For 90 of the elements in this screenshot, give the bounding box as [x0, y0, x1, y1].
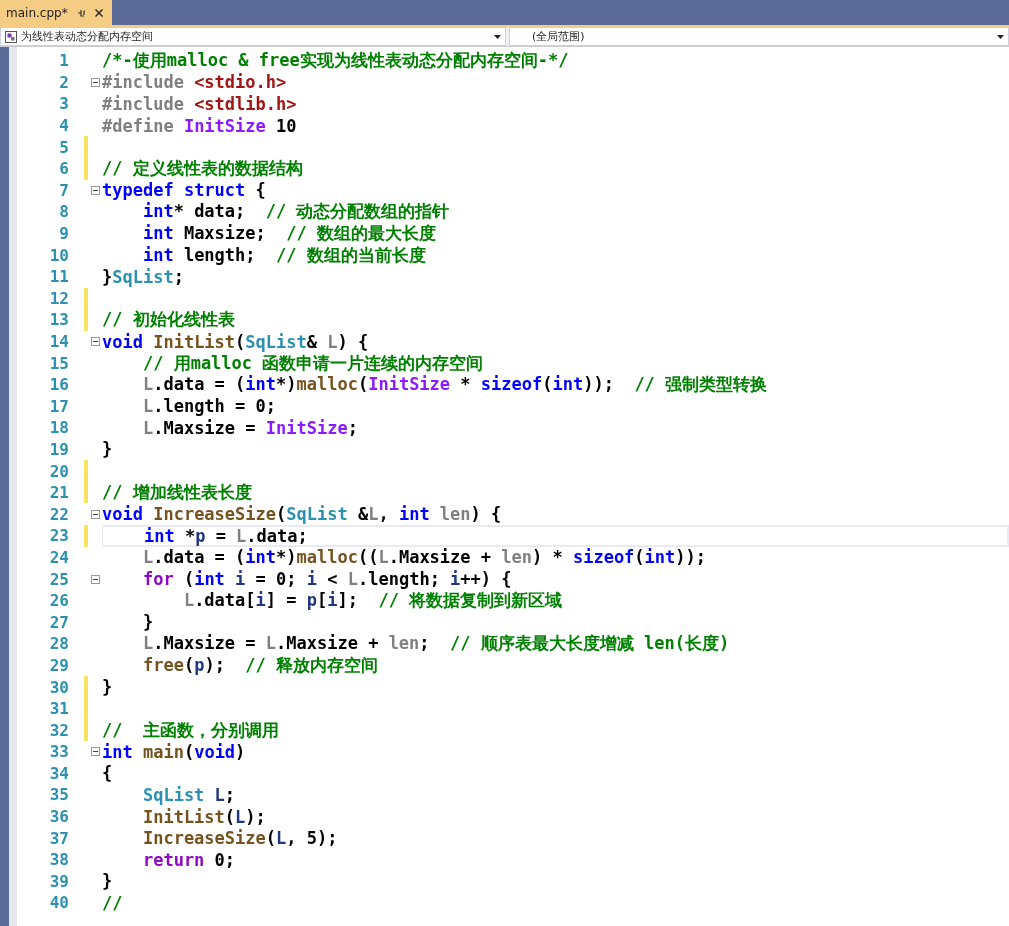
code-line: typedef struct { [102, 180, 266, 201]
line-number: 25 [48, 569, 69, 589]
code-line: #define InitSize 10 [102, 115, 297, 136]
code-line: // 主函数，分别调用 [102, 718, 279, 742]
line-number: 1 [58, 51, 69, 71]
line-number: 29 [48, 655, 69, 675]
line-number: 38 [48, 850, 69, 870]
code-line: int Maxsize; // 数组的最大长度 [141, 222, 436, 246]
line-number: 27 [48, 612, 69, 632]
line-number: 17 [48, 396, 69, 416]
line-number: 7 [58, 180, 69, 200]
code-line: // 定义线性表的数据结构 [102, 157, 303, 181]
line-number: 6 [58, 159, 69, 179]
code-line: free(p); // 释放内存空间 [141, 653, 379, 677]
code-line: } [102, 439, 113, 460]
line-number: 39 [48, 871, 69, 891]
line-number: 21 [48, 483, 69, 503]
line-number: 12 [48, 288, 69, 308]
line-number: 30 [48, 677, 69, 697]
line-number: 34 [48, 763, 69, 783]
collapse-icon[interactable] [90, 337, 100, 346]
collapse-icon[interactable] [90, 574, 100, 584]
file-tab[interactable]: main.cpp* [0, 0, 112, 25]
line-number: 37 [48, 828, 69, 848]
line-number: 19 [48, 440, 69, 459]
code-line: #include <stdio.h> [102, 72, 287, 93]
line-number: 5 [58, 137, 69, 157]
line-number: 40 [48, 893, 69, 913]
line-number: 26 [48, 591, 69, 611]
line-number: 24 [48, 547, 69, 567]
line-number: 36 [48, 807, 69, 827]
line-number: 31 [48, 699, 69, 719]
code-line: L.Maxsize = L.Maxsize + len; // 顺序表最大长度增减 len(长度) [141, 632, 730, 656]
code-line: return 0; [141, 849, 236, 870]
scope-dropdown[interactable]: 为线性表动态分配内存空间 [0, 27, 506, 46]
code-line: } [102, 871, 113, 892]
collapse-icon[interactable] [90, 185, 100, 195]
code-line: /*-使用malloc & free实现为线性表动态分配内存空间-*/ [102, 49, 569, 73]
close-icon[interactable] [93, 7, 104, 18]
line-number: 22 [48, 504, 69, 524]
code-line: int length; // 数组的当前长度 [141, 243, 426, 267]
code-line: } [141, 612, 154, 633]
line-number: 14 [48, 332, 69, 351]
code-line: } [102, 677, 113, 697]
line-number: 32 [48, 720, 69, 740]
code-line: for (int i = 0; i < L.length; i++) { [141, 569, 512, 590]
line-number: 11 [48, 267, 69, 287]
dropdown-caret-icon [997, 34, 1004, 39]
code-line: L.data = (int*)malloc((L.Maxsize + len) * sizeof(int)); [141, 547, 707, 568]
line-number: 4 [58, 116, 69, 136]
code-line: #include <stdlib.h> [102, 94, 297, 114]
line-number: 35 [48, 785, 69, 805]
line-number: 3 [58, 94, 69, 114]
collapse-icon[interactable] [90, 77, 100, 87]
line-number: 10 [48, 245, 69, 265]
line-number: 9 [58, 224, 69, 244]
line-number: 33 [48, 742, 69, 762]
code-line: L.Maxsize = InitSize; [141, 417, 358, 438]
line-number: 18 [48, 418, 69, 438]
pin-icon[interactable] [75, 7, 86, 18]
code-line: // [102, 892, 123, 913]
line-number: 23 [48, 526, 69, 546]
code-line: // 增加线性表长度 [102, 481, 252, 505]
line-number: 2 [58, 72, 69, 92]
code-line: { [102, 763, 113, 784]
dropdown-caret-icon [494, 34, 501, 39]
line-number: 15 [48, 353, 69, 373]
code-line: }SqList; [102, 266, 184, 287]
line-number: 13 [48, 310, 69, 330]
collapse-icon[interactable] [90, 509, 100, 519]
line-number: 28 [48, 634, 69, 654]
code-line: L.data[i] = p[i]; // 将数据复制到新区域 [182, 589, 563, 613]
code-line: InitList(L); [141, 806, 266, 827]
scope-dropdown[interactable]: (全局范围) [509, 27, 1009, 46]
code-line: void InitList(SqList& L) { [102, 331, 369, 352]
code-line: int *p = L.data; [142, 525, 308, 546]
line-number: 8 [58, 202, 69, 222]
code-line: void IncreaseSize(SqList &L, int len) { [102, 504, 502, 525]
code-line: L.length = 0; [141, 396, 276, 417]
code-line: int* data; // 动态分配数组的指针 [141, 200, 450, 224]
code-line: int main(void) [102, 741, 246, 762]
code-line: SqList L; [141, 785, 236, 805]
line-number: 20 [48, 461, 69, 481]
collapse-icon[interactable] [90, 747, 100, 757]
code-line: // 用malloc 函数申请一片连续的内存空间 [141, 352, 484, 375]
scope-icon [5, 30, 17, 43]
code-line: L.data = (int*)malloc(InitSize * sizeof(int)); // 强制类型转换 [141, 373, 768, 397]
code-line: IncreaseSize(L, 5); [141, 828, 338, 849]
code-line: // 初始化线性表 [102, 308, 235, 332]
line-number: 16 [48, 375, 69, 395]
